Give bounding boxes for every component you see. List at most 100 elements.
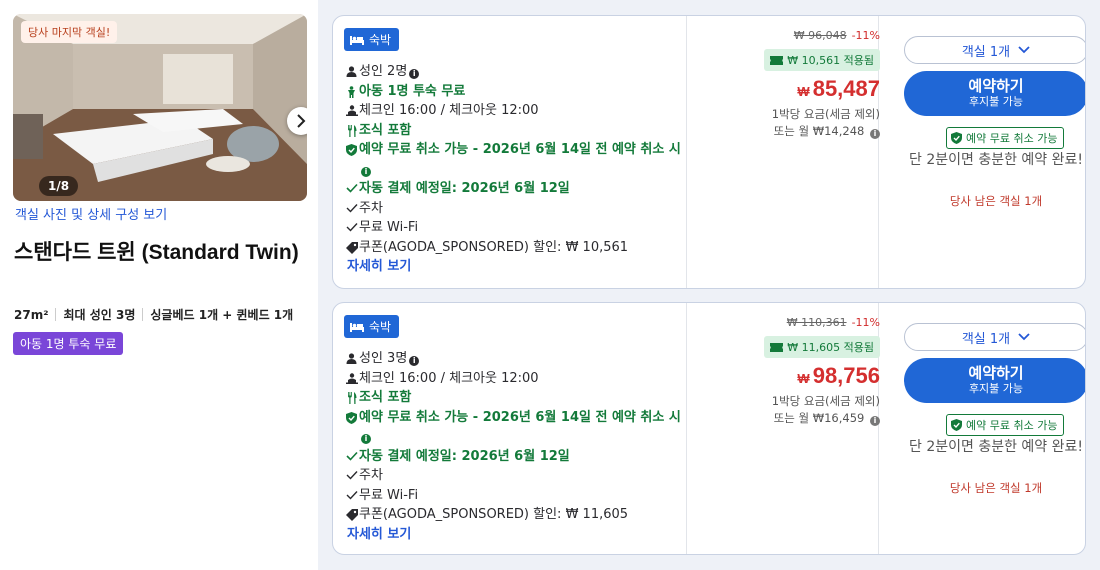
original-price: ₩ 96,048 -11%: [794, 29, 880, 42]
shield-icon: [346, 411, 357, 424]
book-button-label: 예약하기: [968, 364, 1024, 382]
strikethrough-price: ₩ 110,361: [786, 316, 847, 329]
checkin-icon: [345, 105, 358, 116]
discount-percent: -11%: [851, 29, 880, 42]
offer-features: 성인 2명 i 아동 1명 투숙 무료 체크인 16:00 / 체크아웃 12:0…: [344, 62, 684, 277]
room-photos-link[interactable]: 객실 사진 및 상세 구성 보기: [15, 204, 167, 223]
monthly-note: 또는 월 ₩16,459 i: [772, 410, 880, 427]
check-icon: [346, 223, 358, 232]
book-button[interactable]: 예약하기 후지불 가능: [904, 358, 1085, 403]
info-icon[interactable]: i: [409, 69, 420, 79]
divider: [686, 303, 687, 554]
free-cancel-badge: 예약 무료 취소 가능: [946, 127, 1065, 149]
stay-type-label: 숙박: [369, 33, 392, 47]
feature-auto-payment: 자동 결제 예정일: 2026년 6월 12일: [344, 447, 684, 467]
info-icon[interactable]: i: [361, 166, 371, 177]
currency-symbol: ₩: [797, 371, 810, 386]
room-title: 스탠다드 트윈 (Standard Twin): [14, 241, 299, 264]
ticket-icon: [770, 55, 784, 65]
person-icon: [346, 353, 357, 364]
book-button-sub: 후지불 가능: [968, 382, 1024, 395]
chevron-right-icon: [297, 114, 306, 128]
feature-text: 성인 2명: [359, 64, 408, 79]
feature-wifi: 무료 Wi-Fi: [344, 218, 684, 238]
person-icon: [346, 66, 357, 77]
shield-check-icon: [951, 419, 962, 431]
offers-area: 숙박 성인 2명 i 아동 1명 투숙 무료 체크인 16:00 / 체크아웃 1…: [318, 0, 1100, 570]
check-icon: [346, 203, 358, 213]
feature-text: 체크인 16:00 / 체크아웃 12:00: [359, 370, 539, 386]
action-column: 객실 1개 예약하기 후지불 가능 예약 무료 취소 가능 단 2분이면 충분한…: [890, 16, 1085, 288]
monthly-note: 또는 월 ₩14,248 i: [772, 123, 880, 140]
details-link[interactable]: 자세히 보기: [347, 525, 684, 545]
current-price: ₩98,756: [797, 363, 880, 389]
tag-icon: [345, 241, 358, 254]
bed-icon: [350, 35, 364, 45]
chevron-down-icon: [1018, 333, 1030, 341]
free-cancel-text: 예약 무료 취소 가능: [966, 132, 1058, 145]
check-icon: [345, 451, 358, 461]
fork-knife-icon: [347, 392, 356, 404]
feature-child: 아동 1명 투숙 무료: [344, 82, 684, 102]
shield-check-icon: [951, 132, 962, 144]
checkin-icon: [345, 372, 358, 384]
feature-checkin: 체크인 16:00 / 체크아웃 12:00: [344, 369, 684, 389]
child-free-tag: 아동 1명 투숙 무료: [13, 332, 124, 355]
book-button-label: 예약하기: [968, 77, 1024, 95]
coupon-applied-badge: ₩ 11,605 적용됨: [764, 336, 880, 358]
feature-breakfast: 조식 포함: [344, 388, 684, 408]
bed-config: 싱글베드 1개 + 퀸베드 1개: [150, 308, 294, 322]
current-price: ₩85,487: [797, 76, 880, 102]
feature-free-cancel: 예약 무료 취소 가능 - 2026년 6월 14일 전 예약 취소 시 i: [344, 408, 684, 447]
feature-text: 예약 무료 취소 가능 - 2026년 6월 14일 전 예약 취소 시: [359, 142, 681, 157]
strikethrough-price: ₩ 96,048: [793, 29, 847, 42]
child-icon: [348, 85, 355, 98]
book-button-sub: 후지불 가능: [968, 95, 1024, 108]
stay-type-badge: 숙박: [344, 315, 400, 338]
info-icon[interactable]: i: [870, 129, 880, 139]
check-icon: [346, 490, 358, 500]
feature-text: 쿠폰(AGODA_SPONSORED) 할인: ₩ 11,605: [359, 507, 629, 522]
divider: [686, 16, 687, 288]
rate-offer: 숙박 성인 3명 i 체크인 16:00 / 체크아웃 12:00 조식 포함 예…: [332, 302, 1086, 555]
stay-type-badge: 숙박: [344, 28, 400, 51]
photo-counter: 1/8: [39, 176, 79, 196]
info-icon[interactable]: i: [361, 434, 371, 444]
discount-percent: -11%: [851, 316, 880, 329]
ticket-icon: [770, 342, 784, 352]
room-photo[interactable]: 당사 마지막 객실! 1/8: [13, 14, 307, 201]
info-icon[interactable]: i: [409, 356, 420, 366]
details-link[interactable]: 자세히 보기: [347, 257, 684, 277]
per-night-note: 1박당 요금(세금 제외): [771, 394, 880, 408]
info-icon[interactable]: i: [870, 416, 880, 426]
next-photo-button[interactable]: [287, 107, 307, 135]
feature-parking: 주차: [344, 466, 684, 486]
bed-icon: [350, 322, 364, 332]
feature-auto-payment: 자동 결제 예정일: 2026년 6월 12일: [344, 179, 684, 199]
original-price: ₩ 110,361 -11%: [787, 316, 880, 329]
feature-text: 조식 포함: [359, 390, 412, 405]
book-button[interactable]: 예약하기 후지불 가능: [904, 71, 1085, 116]
feature-text: 예약 무료 취소 가능 - 2026년 6월 14일 전 예약 취소 시: [359, 409, 681, 425]
stay-type-label: 숙박: [369, 320, 392, 334]
chevron-down-icon: [1018, 46, 1030, 54]
feature-adults: 성인 2명 i: [344, 62, 684, 82]
price-column: ₩ 110,361 -11% ₩ 11,605 적용됨 ₩98,756 1박당 요…: [700, 303, 892, 554]
room-count-label: 객실 1개: [961, 44, 1011, 60]
room-size: 27m²: [14, 307, 49, 322]
room-count-select[interactable]: 객실 1개: [904, 323, 1085, 351]
feature-text: 무료 Wi-Fi: [359, 487, 419, 503]
coupon-text: ₩ 11,605 적용됨: [787, 341, 874, 354]
price-note: 1박당 요금(세금 제외) 또는 월 ₩16,459 i: [772, 393, 880, 427]
room-panel: 당사 마지막 객실! 1/8 객실 사진 및 상세 구성 보기 스탠다드 트윈 …: [0, 0, 318, 570]
last-room-badge: 당사 마지막 객실!: [21, 21, 118, 43]
feature-text: 체크인 16:00 / 체크아웃 12:00: [359, 103, 539, 118]
rate-offer: 숙박 성인 2명 i 아동 1명 투숙 무료 체크인 16:00 / 체크아웃 1…: [332, 15, 1086, 289]
feature-free-cancel: 예약 무료 취소 가능 - 2026년 6월 14일 전 예약 취소 시 i: [344, 140, 684, 179]
check-icon: [346, 471, 358, 480]
action-column: 객실 1개 예약하기 후지불 가능 예약 무료 취소 가능 단 2분이면 충분한…: [890, 303, 1085, 554]
room-count-select[interactable]: 객실 1개: [904, 36, 1085, 64]
price-note: 1박당 요금(세금 제외) 또는 월 ₩14,248 i: [772, 106, 880, 140]
per-night-note: 1박당 요금(세금 제외): [771, 107, 880, 121]
rooms-left-note: 당사 남은 객실 1개: [949, 481, 1043, 495]
